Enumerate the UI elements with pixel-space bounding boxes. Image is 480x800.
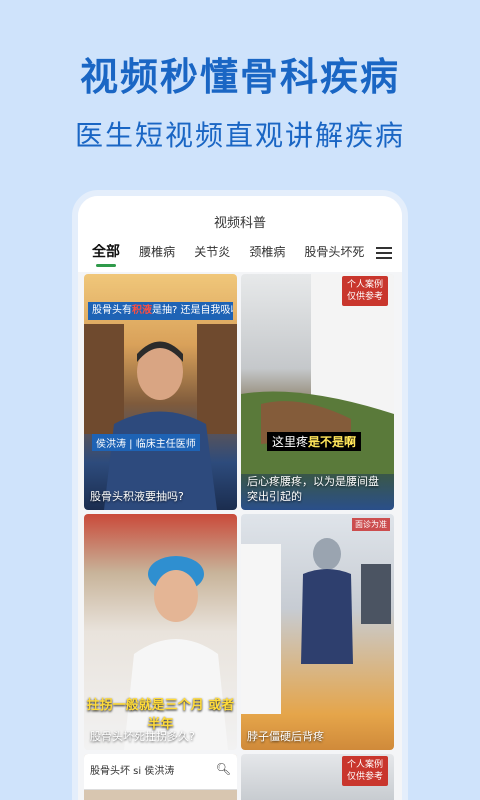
video-card[interactable]: 个人案例 仅供参考 (241, 754, 394, 800)
search-icon: 🔍︎ (215, 762, 231, 776)
doctor-tag: 侯洪涛 | 临床主任医师 (92, 434, 200, 451)
tab-all[interactable]: 全部 (92, 244, 120, 267)
video-card[interactable]: 面诊为准 脖子僵硬后背疼 (241, 514, 394, 750)
video-card[interactable]: 股骨头有积液是抽? 还是自我吸收 侯洪涛 | 临床主任医师 股骨头积液要抽吗? (84, 274, 237, 510)
tab-cervical[interactable]: 颈椎病 (249, 244, 285, 260)
app-header: 视频科普 全部 腰椎病 关节炎 颈椎病 股骨头坏死 (78, 196, 402, 272)
video-card[interactable]: 拄拐一般就是三个月 或者半年 股骨头坏死拄拐多久? (84, 514, 237, 750)
video-card[interactable]: 股骨头坏 si 侯洪涛 🔍︎ (84, 754, 237, 800)
doctor-portrait (84, 324, 237, 510)
video-caption: 股骨头积液要抽吗? (90, 490, 184, 503)
app-screen: 视频科普 全部 腰椎病 关节炎 颈椎病 股骨头坏死 股骨头有积液是抽? 还是自我… (78, 196, 402, 800)
consult-badge: 面诊为准 (352, 518, 390, 531)
tab-femoral-head[interactable]: 股骨头坏死 (304, 244, 364, 260)
menu-icon[interactable] (376, 247, 392, 261)
subtitle-overlay: 这里疼是不是啊 (267, 432, 362, 451)
video-caption: 股骨头坏死拄拐多久? (90, 730, 195, 743)
hero-subtitle: 医生短视频直观讲解疾病 (74, 119, 405, 152)
search-strip: 股骨头坏 si 侯洪涛 🔍︎ (84, 754, 237, 790)
hero-title: 视频秒懂骨科疾病 (79, 55, 400, 99)
tab-arthritis[interactable]: 关节炎 (194, 244, 230, 260)
tab-lumbar[interactable]: 腰椎病 (139, 244, 175, 260)
case-badge: 个人案例 仅供参考 (342, 276, 388, 306)
video-card[interactable]: 个人案例 仅供参考 这里疼是不是啊 后心疼腰疼，以为是腰间盘突出引起的 (241, 274, 394, 510)
search-text: 股骨头坏 si 侯洪涛 (90, 766, 175, 777)
subtitle-overlay: 拄拐一般就是三个月 或者半年 (86, 698, 235, 732)
category-tabs: 全部 腰椎病 关节炎 颈椎病 股骨头坏死 (78, 244, 374, 268)
video-caption: 后心疼腰疼，以为是腰间盘突出引起的 (247, 475, 379, 503)
video-caption: 脖子僵硬后背疼 (247, 730, 324, 743)
app-title: 视频科普 (213, 216, 266, 231)
case-badge: 个人案例 仅供参考 (342, 756, 388, 786)
treatment-photo (241, 538, 391, 714)
phone-frame: 视频科普 全部 腰椎病 关节炎 颈椎病 股骨头坏死 股骨头有积液是抽? 还是自我… (72, 190, 408, 800)
